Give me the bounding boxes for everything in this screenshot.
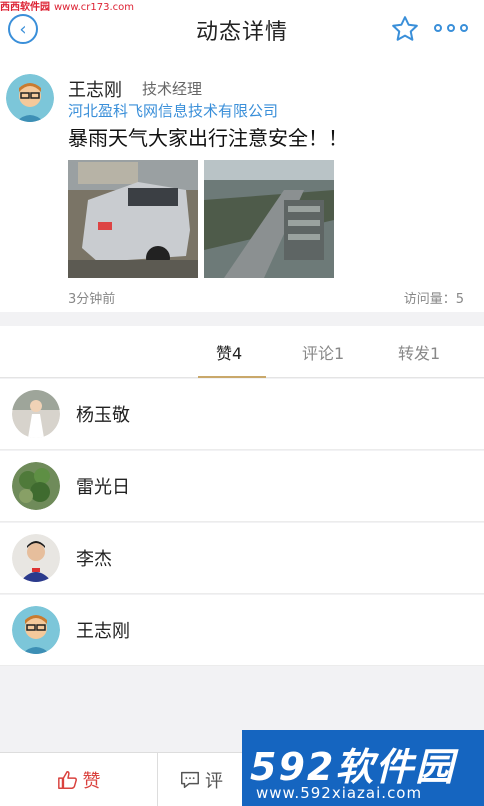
- active-tab-indicator: [198, 376, 266, 378]
- company-name: 河北盈科飞网信息技术有限公司: [68, 102, 279, 120]
- more-dot-icon: [460, 24, 468, 32]
- more-dot-icon: [434, 24, 442, 32]
- comment-button[interactable]: 评: [160, 753, 242, 806]
- watermark-url: www.cr173.com: [54, 2, 135, 13]
- favorite-button[interactable]: [388, 12, 422, 46]
- more-button[interactable]: [434, 18, 468, 38]
- tabs-bar: 赞4 评论1 转发1: [0, 326, 484, 378]
- back-button[interactable]: ‹: [8, 14, 38, 44]
- more-dot-icon: [447, 24, 455, 32]
- user-name: 雷光日: [76, 477, 130, 498]
- watermark-logo-url: www.592xiazai.com: [256, 784, 423, 802]
- post-photo-street[interactable]: [204, 160, 334, 278]
- watermark-brand: 西西软件园: [0, 2, 50, 13]
- list-item[interactable]: 李杰: [0, 523, 484, 594]
- visit-count: 访问量：5: [403, 292, 464, 307]
- star-icon: [392, 16, 418, 41]
- list-item[interactable]: 王志刚: [0, 595, 484, 666]
- user-avatar: [12, 390, 60, 438]
- post-time: 3分钟前: [68, 292, 116, 307]
- watermark-logo-title: 592软件园: [250, 745, 456, 789]
- author-role: 技术经理: [142, 80, 203, 98]
- user-name: 李杰: [76, 549, 112, 570]
- user-name: 王志刚: [76, 621, 130, 642]
- author-avatar[interactable]: [6, 74, 54, 122]
- comment-button-label: 评: [205, 771, 223, 792]
- page-title: 动态详情: [195, 20, 288, 45]
- post-content: 暴雨天气大家出行注意安全！！: [68, 126, 348, 150]
- thumbs-up-icon: [57, 771, 77, 789]
- watermark-top: 西西软件园 www.cr173.com: [0, 0, 134, 16]
- tab-forwards[interactable]: 转发1: [398, 340, 440, 364]
- like-button-label: 赞: [82, 771, 101, 792]
- user-name: 杨玉敬: [76, 405, 130, 426]
- comment-icon: [181, 771, 199, 789]
- list-item[interactable]: 杨玉敬: [0, 379, 484, 450]
- tab-comments[interactable]: 评论1: [302, 340, 344, 364]
- list-item[interactable]: 雷光日: [0, 451, 484, 522]
- user-avatar: [12, 606, 60, 654]
- tab-likes[interactable]: 赞4: [216, 340, 242, 364]
- post-card: 王志刚 技术经理 河北盈科飞网信息技术有限公司 暴雨天气大家出行注意安全！！ 3…: [0, 60, 484, 312]
- post-photo-car[interactable]: [68, 160, 198, 278]
- like-button[interactable]: 赞: [0, 753, 158, 806]
- author-name[interactable]: 王志刚: [68, 76, 122, 102]
- user-avatar: [12, 534, 60, 582]
- back-arrow-icon: ‹: [19, 18, 27, 40]
- watermark-logo: 592软件园 www.592xiazai.com: [242, 730, 484, 806]
- user-avatar: [12, 462, 60, 510]
